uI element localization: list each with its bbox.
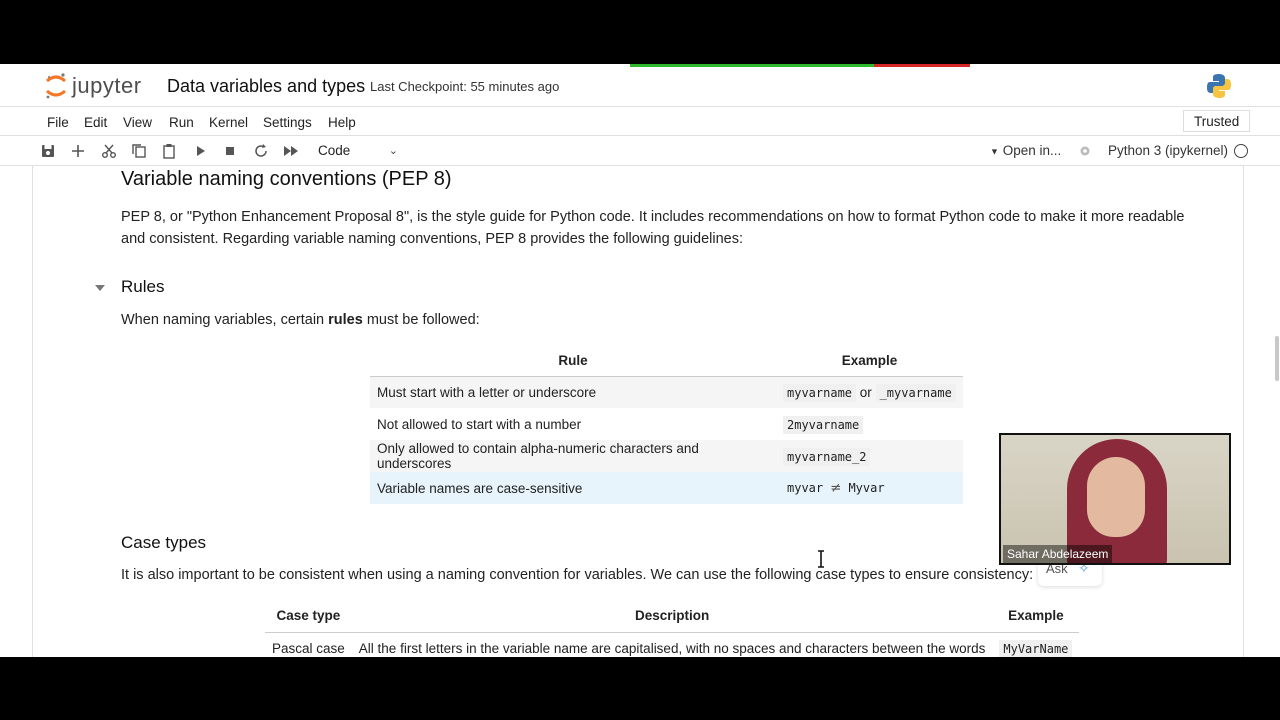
webcam-overlay: Sahar Abdelazeem xyxy=(999,433,1231,565)
notebook-toolbar: Code ⌄ ▼ Open in... Python 3 (ipykernel) xyxy=(0,136,1280,166)
video-letterbox-top xyxy=(0,0,1280,64)
case-type-cell: Pascal case xyxy=(272,640,345,656)
jupyter-logo[interactable]: jupyter xyxy=(44,72,142,100)
cut-icon[interactable] xyxy=(100,142,118,160)
rule-cell: Must start with a letter or underscore xyxy=(370,376,776,408)
table-row: Pascal case All the first letters in the… xyxy=(265,632,1079,657)
python-logo-icon xyxy=(1207,74,1231,98)
menu-bar: File Edit View Run Kernel Settings Help … xyxy=(0,108,1280,136)
run-icon[interactable] xyxy=(191,142,209,160)
add-cell-icon[interactable] xyxy=(69,142,87,160)
menu-file[interactable]: File xyxy=(47,115,69,130)
checkpoint-status: Last Checkpoint: 55 minutes ago xyxy=(370,79,560,94)
scrollbar[interactable] xyxy=(1272,166,1280,657)
menu-kernel[interactable]: Kernel xyxy=(209,115,248,130)
video-letterbox-bottom xyxy=(0,657,1280,720)
open-in-button[interactable]: ▼ Open in... xyxy=(990,143,1061,158)
column-header-example: Example xyxy=(776,346,963,377)
copy-icon[interactable] xyxy=(130,142,148,160)
text-cursor-icon xyxy=(818,550,824,568)
column-header-rule: Rule xyxy=(370,346,776,377)
rules-table: Rule Example Must start with a letter or… xyxy=(370,346,963,504)
logo-text: jupyter xyxy=(72,73,142,98)
scrollbar-thumb[interactable] xyxy=(1275,336,1279,381)
table-row: Not allowed to start with a number 2myva… xyxy=(370,408,963,440)
case-types-heading: Case types xyxy=(121,533,207,552)
notebook-title[interactable]: Data variables and types xyxy=(167,76,365,97)
restart-icon[interactable] xyxy=(252,142,270,160)
table-row: Only allowed to contain alpha-numeric ch… xyxy=(370,440,963,472)
fast-forward-icon[interactable] xyxy=(282,142,300,160)
section-heading: Variable naming conventions (PEP 8) xyxy=(121,168,452,190)
description-cell: All the first letters in the variable na… xyxy=(358,640,986,656)
kernel-status-icon xyxy=(1234,144,1248,158)
table-row: Variable names are case-sensitive myvar ≠… xyxy=(370,472,963,504)
table-header-row: Case type Description Example xyxy=(265,600,1080,633)
gear-icon[interactable] xyxy=(1078,144,1092,158)
stop-icon[interactable] xyxy=(221,142,239,160)
case-types-paragraph: It is also important to be consistent wh… xyxy=(121,567,1034,583)
rule-cell: Not allowed to start with a number xyxy=(377,416,582,432)
collapse-caret-icon[interactable] xyxy=(95,285,105,291)
paste-icon[interactable] xyxy=(160,142,178,160)
open-in-label: Open in... xyxy=(1002,143,1062,158)
table-header-row: Rule Example xyxy=(370,346,963,377)
kernel-name[interactable]: Python 3 (ipykernel) xyxy=(1108,143,1228,158)
jupyterlab-window: jupyter Data variables and types Last Ch… xyxy=(0,64,1280,657)
chevron-down-icon: ⌄ xyxy=(388,145,398,157)
rules-paragraph: When naming variables, certain rules mus… xyxy=(121,312,480,328)
rules-heading: Rules xyxy=(121,277,165,296)
trusted-indicator[interactable]: Trusted xyxy=(1183,110,1251,132)
menu-help[interactable]: Help xyxy=(328,115,356,130)
example-cell: myvarname or _myvarname xyxy=(776,376,963,408)
table-row: Must start with a letter or underscore m… xyxy=(370,376,963,408)
menu-edit[interactable]: Edit xyxy=(84,115,107,130)
menu-run[interactable]: Run xyxy=(169,115,194,130)
menu-settings[interactable]: Settings xyxy=(263,115,312,130)
cell-type-dropdown[interactable]: Code ⌄ xyxy=(312,141,402,161)
column-header-example: Example xyxy=(992,600,1080,633)
presenter-name: Sahar Abdelazeem xyxy=(1003,545,1113,563)
rule-cell: Variable names are case-sensitive xyxy=(370,472,776,504)
top-header: jupyter Data variables and types Last Ch… xyxy=(0,64,1280,107)
example-cell: 2myvarname xyxy=(776,408,963,440)
menu-view[interactable]: View xyxy=(123,115,152,130)
cell-type-value: Code xyxy=(318,143,351,158)
rule-cell: Only allowed to contain alpha-numeric ch… xyxy=(370,440,776,472)
jupyter-logo-icon xyxy=(46,73,66,99)
example-cell: MyVarName xyxy=(992,632,1079,657)
save-icon[interactable] xyxy=(39,142,57,160)
column-header-description: Description xyxy=(351,600,993,633)
column-header-case-type: Case type xyxy=(265,600,352,633)
example-cell: myvarname_2 xyxy=(776,440,963,472)
intro-paragraph: PEP 8, or "Python Enhancement Proposal 8… xyxy=(121,209,1185,247)
example-cell: myvar ≠ Myvar xyxy=(776,472,963,504)
case-types-table: Case type Description Example Pascal cas… xyxy=(265,600,1080,657)
caret-down-icon: ▼ xyxy=(990,146,999,157)
